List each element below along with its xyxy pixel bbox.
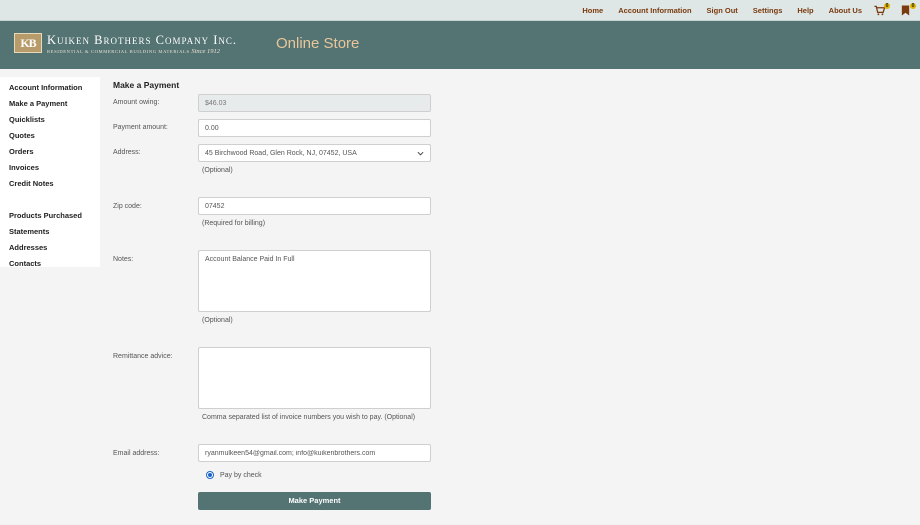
nav-link-about-us[interactable]: About Us [829,6,862,15]
nav-link-sign-out[interactable]: Sign Out [707,6,738,15]
zip-code-label: Zip code: [113,203,142,210]
sidebar-lower [0,267,100,525]
company-tagline-text: Residential & Commercial Building Materi… [47,49,190,54]
sidebar-item-account-information[interactable]: Account Information [9,83,82,92]
company-since: Since 1912 [191,48,221,55]
address-select[interactable]: 45 Birchwood Road, Glen Rock, NJ, 07452,… [198,144,431,162]
site-header: KB Kuiken Brothers Company Inc. Resident… [0,21,920,69]
bookmark-count-badge: 0 [910,2,916,9]
zip-code-hint: (Required for billing) [202,220,266,227]
pay-by-check-radio[interactable] [206,471,214,479]
remittance-advice-label: Remittance advice: [113,353,173,360]
sidebar-item-addresses[interactable]: Addresses [9,243,47,252]
radio-selected-dot [208,473,212,477]
store-title: Online Store [276,35,360,52]
email-address-input[interactable] [198,444,431,462]
sidebar-item-products-purchased[interactable]: Products Purchased [9,211,82,220]
company-logo[interactable]: KB [14,33,42,53]
pay-by-check-label[interactable]: Pay by check [220,472,262,479]
top-nav-links: Home Account Information Sign Out Settin… [567,0,916,21]
cart-button[interactable]: 0 [874,2,890,17]
sidebar-item-statements[interactable]: Statements [9,227,49,236]
address-selected-value: 45 Birchwood Road, Glen Rock, NJ, 07452,… [205,149,357,157]
notes-hint: (Optional) [202,317,233,324]
remittance-advice-textarea[interactable] [198,347,431,409]
top-navigation-bar: Home Account Information Sign Out Settin… [0,0,920,21]
address-hint: (Optional) [202,167,233,174]
notes-textarea[interactable]: Account Balance Paid In Full [198,250,431,312]
notes-label: Notes: [113,256,134,263]
company-tagline: Residential & Commercial Building Materi… [47,48,220,55]
page-title: Make a Payment [113,80,180,90]
pay-by-check-option[interactable]: Pay by check [206,471,262,479]
make-payment-button[interactable]: Make Payment [198,492,431,510]
nav-link-help[interactable]: Help [797,6,813,15]
amount-owing-field [198,94,431,112]
nav-link-home[interactable]: Home [582,6,603,15]
company-name: Kuiken Brothers Company Inc. [47,33,238,47]
nav-link-settings[interactable]: Settings [753,6,783,15]
nav-link-account-information[interactable]: Account Information [618,6,691,15]
remittance-advice-hint: Comma separated list of invoice numbers … [202,414,416,421]
sidebar-item-make-a-payment[interactable]: Make a Payment [9,99,67,108]
sidebar-item-quotes[interactable]: Quotes [9,131,35,140]
amount-owing-label: Amount owing: [113,99,160,106]
sidebar-item-contacts[interactable]: Contacts [9,259,41,268]
zip-code-input[interactable] [198,197,431,215]
sidebar-item-credit-notes[interactable]: Credit Notes [9,179,54,188]
chevron-down-icon [417,151,424,156]
payment-amount-input[interactable] [198,119,431,137]
sidebar-item-orders[interactable]: Orders [9,147,34,156]
sidebar-item-invoices[interactable]: Invoices [9,163,39,172]
address-label: Address: [113,149,141,156]
bookmark-button[interactable]: 0 [900,2,916,17]
sidebar-item-quicklists[interactable]: Quicklists [9,115,45,124]
cart-count-badge: 0 [884,2,890,9]
payment-amount-label: Payment amount: [113,124,168,131]
email-address-label: Email address: [113,450,160,457]
